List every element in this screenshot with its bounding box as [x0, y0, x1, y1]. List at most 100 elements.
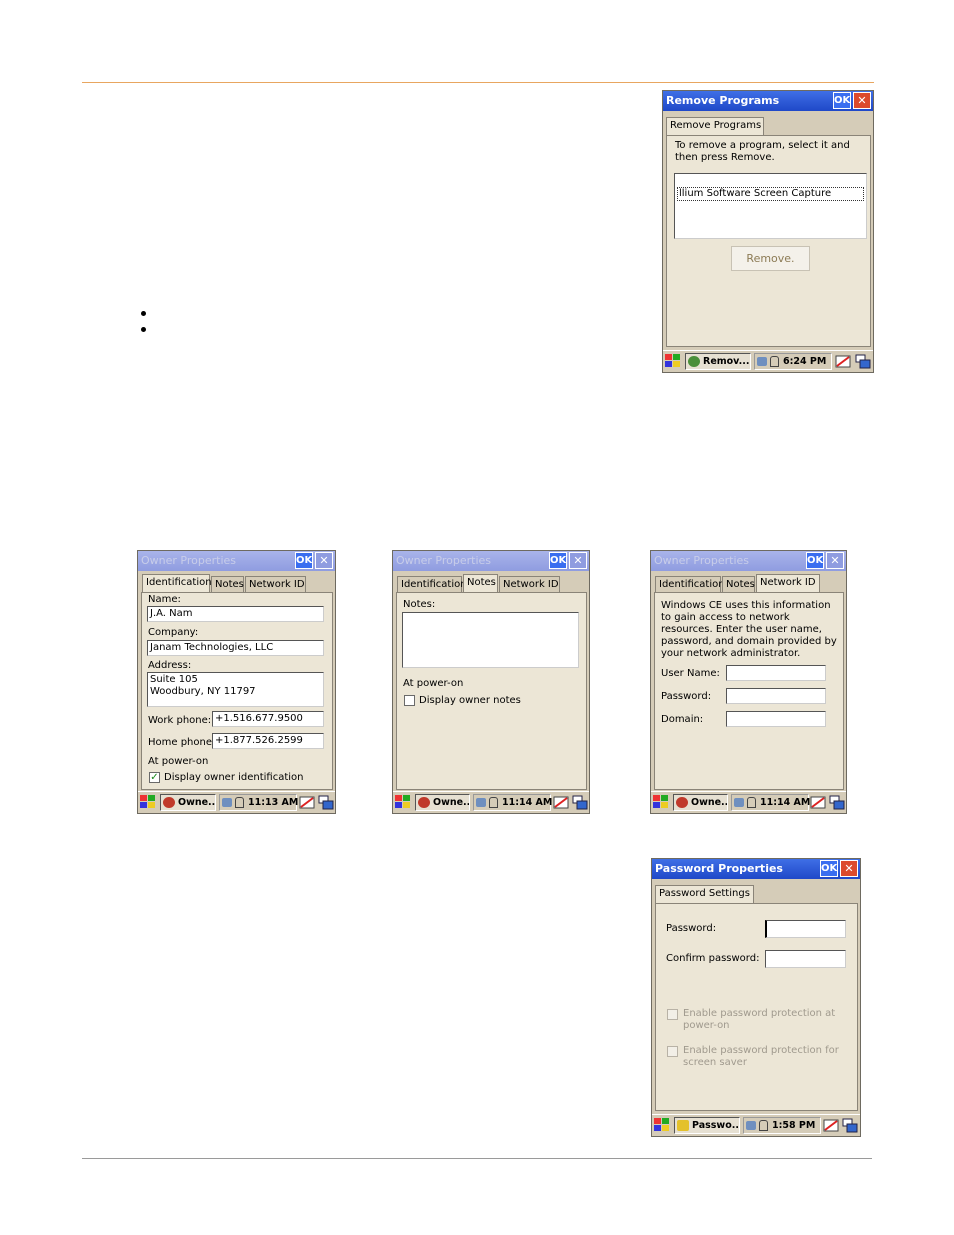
enable-power-on-checkbox[interactable]: [667, 1009, 678, 1020]
owner-identification-window: Owner Properties OK ✕ Identification Not…: [137, 550, 336, 814]
instruction-text: To remove a program, select it and then …: [675, 140, 850, 163]
taskbar-task[interactable]: Owne...: [673, 794, 728, 811]
password-field[interactable]: [765, 920, 846, 938]
clock: 6:24 PM: [783, 356, 827, 367]
taskbar-task[interactable]: Owne...: [160, 794, 216, 811]
taskbar: Owne... 11:14 AM: [393, 791, 589, 813]
program-list[interactable]: llium Software Screen Capture: [674, 173, 867, 239]
network-icon: [734, 798, 744, 807]
tab-network-id[interactable]: Network ID: [499, 576, 560, 592]
user-name-label: User Name:: [661, 668, 720, 679]
desktop-switch-icon[interactable]: [572, 795, 588, 810]
system-tray: 11:14 AM: [731, 794, 811, 811]
window-title: Owner Properties: [654, 554, 750, 567]
power-on-group-label: At power-on: [403, 678, 464, 689]
desktop-switch-icon[interactable]: [855, 354, 871, 369]
keyboard-icon[interactable]: [823, 1118, 839, 1133]
system-tray: 1:58 PM: [743, 1117, 821, 1134]
desktop-switch-icon[interactable]: [842, 1118, 858, 1133]
name-field[interactable]: J.A. Nam: [147, 606, 324, 622]
remove-button[interactable]: Remove.: [731, 246, 810, 271]
desktop-switch-icon[interactable]: [318, 795, 334, 810]
taskbar: Owne... 11:13 AM: [138, 791, 335, 813]
system-tray: 11:14 AM: [473, 794, 553, 811]
work-phone-field[interactable]: +1.516.677.9500: [212, 711, 324, 727]
start-button[interactable]: [140, 795, 156, 810]
domain-label: Domain:: [661, 714, 704, 725]
tab-remove-programs[interactable]: Remove Programs: [666, 117, 764, 135]
tab-panel: [666, 135, 871, 347]
title-bar: Remove Programs OK ✕: [663, 91, 873, 111]
tab-notes[interactable]: Notes: [463, 574, 498, 592]
ok-button[interactable]: OK: [549, 552, 567, 569]
title-bar: Owner Properties OK ✕: [138, 551, 335, 571]
title-bar: Owner Properties OK ✕: [651, 551, 846, 571]
confirm-password-field[interactable]: [765, 950, 846, 968]
window-title: Password Properties: [655, 862, 783, 875]
tab-notes[interactable]: Notes: [722, 576, 755, 592]
clock: 11:14 AM: [502, 797, 553, 808]
ok-button[interactable]: OK: [295, 552, 313, 569]
notes-field[interactable]: [402, 612, 579, 668]
taskbar-task[interactable]: Remov...: [685, 353, 751, 370]
keyboard-icon[interactable]: [835, 354, 851, 369]
start-button[interactable]: [654, 1118, 670, 1133]
tab-identification[interactable]: Identification: [397, 576, 467, 592]
start-button[interactable]: [665, 354, 681, 369]
desktop-switch-icon[interactable]: [829, 795, 845, 810]
tab-identification[interactable]: Identification: [655, 576, 725, 592]
bottom-rule: [82, 1158, 872, 1159]
ok-button[interactable]: OK: [820, 860, 838, 877]
display-owner-notes-label: Display owner notes: [419, 695, 521, 706]
taskbar: Owne... 11:14 AM: [651, 791, 846, 813]
power-icon: [489, 797, 498, 808]
keyboard-icon[interactable]: [810, 795, 826, 810]
keyboard-icon[interactable]: [299, 795, 315, 810]
network-icon: [757, 357, 767, 366]
close-button[interactable]: ✕: [826, 552, 844, 569]
display-owner-notes-checkbox[interactable]: [404, 695, 415, 706]
taskbar-task[interactable]: Owne...: [415, 794, 470, 811]
list-item[interactable]: llium Software Screen Capture: [677, 187, 864, 201]
network-icon: [476, 798, 486, 807]
keyboard-icon[interactable]: [553, 795, 569, 810]
power-icon: [235, 797, 244, 808]
owner-network-window: Owner Properties OK ✕ Identification Not…: [650, 550, 847, 814]
password-field[interactable]: [726, 688, 826, 704]
company-field[interactable]: Janam Technologies, LLC: [147, 640, 324, 656]
password-properties-window: Password Properties OK ✕ Password Settin…: [651, 858, 861, 1137]
start-button[interactable]: [653, 795, 669, 810]
network-icon: [222, 798, 232, 807]
display-owner-identification-checkbox[interactable]: ✓: [149, 772, 160, 783]
domain-field[interactable]: [726, 711, 826, 727]
close-button[interactable]: ✕: [840, 860, 858, 877]
clock: 11:14 AM: [760, 797, 811, 808]
owner-icon: [418, 797, 430, 808]
notes-label: Notes:: [403, 599, 436, 610]
close-button[interactable]: ✕: [315, 552, 333, 569]
tab-network-id[interactable]: Network ID: [245, 576, 306, 592]
user-name-field[interactable]: [726, 665, 826, 681]
tab-network-id[interactable]: Network ID: [756, 574, 820, 592]
top-rule: [82, 82, 874, 83]
title-bar: Owner Properties OK ✕: [393, 551, 589, 571]
taskbar-task[interactable]: Passwo...: [674, 1117, 740, 1134]
address-field[interactable]: Suite 105 Woodbury, NY 11797: [147, 672, 324, 707]
power-on-group-label: At power-on: [148, 756, 209, 767]
home-phone-label: Home phone:: [148, 737, 216, 748]
owner-notes-window: Owner Properties OK ✕ Identification Not…: [392, 550, 590, 814]
display-owner-identification-label: Display owner identification: [164, 772, 304, 783]
close-button[interactable]: ✕: [853, 92, 871, 109]
enable-screen-saver-checkbox[interactable]: [667, 1046, 678, 1057]
close-button[interactable]: ✕: [569, 552, 587, 569]
power-icon: [759, 1120, 768, 1131]
tab-notes[interactable]: Notes: [211, 576, 244, 592]
start-button[interactable]: [395, 795, 411, 810]
home-phone-field[interactable]: +1.877.526.2599: [212, 733, 324, 749]
tab-identification[interactable]: Identification: [142, 574, 212, 592]
ok-button[interactable]: OK: [833, 92, 851, 109]
tab-password-settings[interactable]: Password Settings: [655, 885, 754, 903]
window-title: Owner Properties: [141, 554, 237, 567]
power-icon: [770, 356, 779, 367]
ok-button[interactable]: OK: [806, 552, 824, 569]
